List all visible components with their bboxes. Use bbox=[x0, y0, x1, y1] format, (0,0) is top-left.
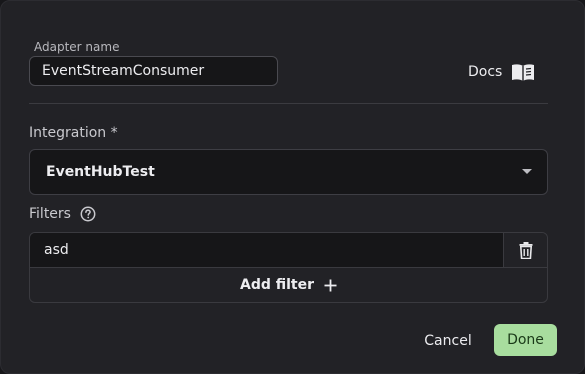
docs-label: Docs bbox=[468, 64, 503, 80]
cancel-button[interactable]: Cancel bbox=[413, 326, 483, 356]
delete-filter-button[interactable] bbox=[504, 233, 547, 268]
integration-label: Integration * bbox=[29, 125, 118, 141]
filters-list: Add filter bbox=[29, 232, 548, 303]
divider bbox=[29, 103, 548, 104]
trash-icon bbox=[519, 241, 533, 259]
add-filter-label: Add filter bbox=[239, 277, 315, 293]
filter-input[interactable] bbox=[30, 233, 504, 268]
done-button[interactable]: Done bbox=[494, 324, 557, 356]
adapter-name-label: Adapter name bbox=[34, 40, 120, 54]
caret-down-icon bbox=[522, 169, 532, 174]
help-circle-icon[interactable] bbox=[80, 206, 96, 222]
plus-icon bbox=[324, 279, 337, 292]
filter-row bbox=[30, 233, 547, 268]
integration-select[interactable]: EventHubTest bbox=[29, 149, 548, 195]
docs-link[interactable]: Docs bbox=[468, 61, 535, 83]
filters-label: Filters bbox=[29, 206, 71, 222]
adapter-name-input[interactable] bbox=[42, 57, 272, 85]
integration-selected-value: EventHubTest bbox=[46, 164, 155, 180]
adapter-dialog: Adapter name Docs Integration * EventHub… bbox=[0, 0, 585, 374]
filters-header: Filters bbox=[29, 206, 96, 222]
adapter-name-field[interactable] bbox=[29, 56, 278, 86]
book-icon bbox=[511, 62, 535, 82]
add-filter-button[interactable]: Add filter bbox=[30, 268, 547, 302]
